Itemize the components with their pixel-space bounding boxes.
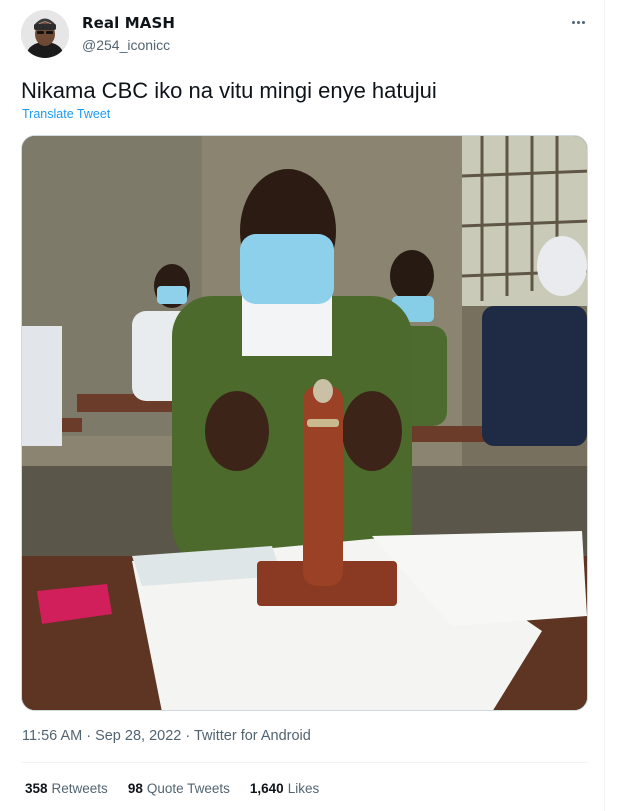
likes-count: 1,640: [249, 781, 284, 796]
dot-icon: [581, 20, 585, 24]
author-avatar[interactable]: [21, 10, 69, 58]
tweet-timestamp[interactable]: 11:56 AM · Sep 28, 2022 · Twitter for An…: [22, 728, 311, 744]
author-handle[interactable]: @254_iconicc: [82, 37, 170, 53]
author-display-name[interactable]: Real MASH: [82, 14, 175, 32]
more-options-icon[interactable]: [566, 12, 590, 32]
classroom-photo: [22, 136, 587, 710]
engagement-stats: 358 Retweets 98 Quote Tweets 1,640 Likes: [25, 781, 319, 796]
tweet-text: Nikama CBC iko na vitu mingi enye hatuju…: [21, 78, 437, 103]
retweets-stat[interactable]: 358 Retweets: [25, 781, 108, 796]
divider: [21, 762, 588, 763]
quote-tweets-stat[interactable]: 98 Quote Tweets: [128, 781, 230, 796]
tweet-card: Real MASH @254_iconicc Nikama CBC iko na…: [0, 0, 605, 811]
dot-icon: [576, 20, 580, 24]
dot-icon: [571, 20, 575, 24]
retweets-label: Retweets: [51, 781, 108, 796]
quote-tweets-count: 98: [127, 781, 143, 796]
translate-tweet-link[interactable]: Translate Tweet: [22, 107, 110, 121]
quote-tweets-label: Quote Tweets: [146, 781, 230, 796]
tweet-photo[interactable]: [21, 135, 588, 711]
retweets-count: 358: [25, 781, 48, 796]
likes-label: Likes: [287, 781, 320, 796]
avatar-photo: [21, 10, 69, 58]
likes-stat[interactable]: 1,640 Likes: [250, 781, 319, 796]
